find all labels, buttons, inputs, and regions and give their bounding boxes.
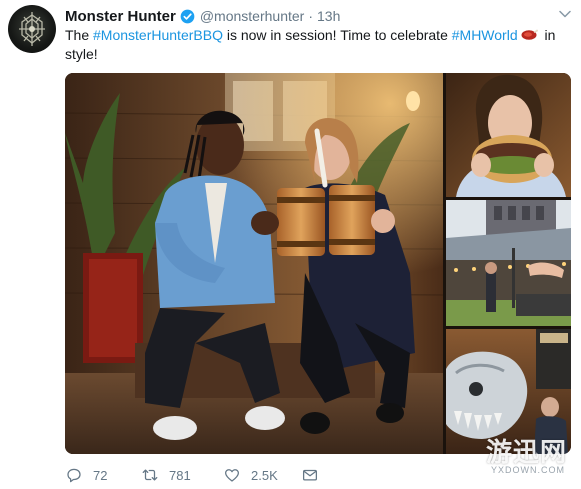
chevron-down-icon[interactable] (559, 10, 571, 18)
hashtag-link[interactable]: #MonsterHunterBBQ (93, 27, 223, 43)
reply-count: 72 (93, 467, 108, 483)
meta-separator: · (308, 8, 313, 24)
two-people-toasting-wooden-tankards-photo[interactable] (65, 73, 443, 454)
reply-button[interactable]: 72 (65, 466, 141, 484)
tweet-timestamp[interactable]: 13h (317, 8, 340, 24)
woman-eating-burger-photo[interactable] (446, 73, 571, 197)
tweet-text-part: The (65, 27, 94, 43)
watermark-url: YXDOWN.COM (491, 465, 565, 475)
like-button[interactable]: 2.5K (223, 466, 301, 484)
site-watermark: 游迅网 YXDOWN.COM (470, 432, 575, 482)
tweet-actions: 72 781 2.5K (65, 466, 321, 484)
retweet-icon (142, 469, 158, 481)
tweet-text-part: is now in session! Time to celebrate (222, 27, 452, 43)
heart-icon (224, 469, 240, 482)
tweet-header: Monster Hunter @monsterhunter · 13h (65, 6, 340, 26)
display-name[interactable]: Monster Hunter (65, 8, 176, 25)
direct-message-button[interactable] (301, 466, 321, 484)
like-count: 2.5K (251, 467, 278, 483)
outdoor-bbq-roasting-photo[interactable] (446, 200, 571, 326)
tweet-text: The #MonsterHunterBBQ is now in session!… (65, 26, 565, 64)
retweet-count: 781 (169, 467, 191, 483)
watermark-logo-text: 游迅网 (485, 438, 567, 468)
meat-emoji-icon (521, 29, 538, 40)
verified-badge-icon (180, 9, 195, 23)
retweet-button[interactable]: 781 (141, 466, 223, 484)
monster-hunter-logo-icon (19, 12, 45, 46)
user-handle[interactable]: @monsterhunter (200, 8, 304, 24)
envelope-icon (302, 469, 318, 481)
avatar[interactable] (8, 5, 56, 53)
hashtag-link[interactable]: #MHWorld (452, 27, 518, 43)
tweet-card[interactable]: Monster Hunter @monsterhunter · 13h The … (0, 0, 581, 489)
media-grid (65, 73, 571, 454)
reply-icon (67, 468, 81, 483)
